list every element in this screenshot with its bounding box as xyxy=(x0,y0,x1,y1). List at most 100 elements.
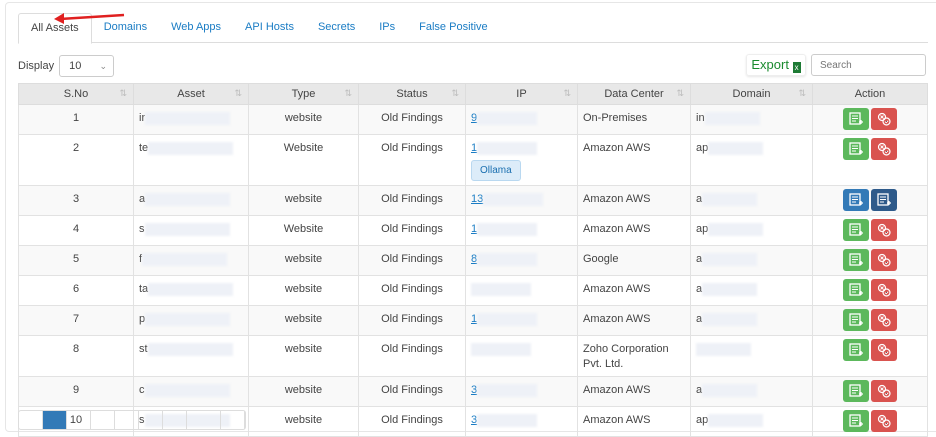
add-finding-button[interactable] xyxy=(843,108,869,130)
tab-web-apps[interactable]: Web Apps xyxy=(159,13,233,43)
cell-asset: f xyxy=(133,245,249,276)
cell-type: website xyxy=(248,406,359,437)
pagination xyxy=(18,410,246,430)
cell-ip: 3 xyxy=(465,406,578,437)
column-header[interactable]: Action xyxy=(812,83,928,105)
column-header-label: S.No xyxy=(63,88,89,100)
cell-domain xyxy=(690,335,813,377)
cell-data-center: Amazon AWS xyxy=(577,215,691,246)
column-header-label: Domain xyxy=(732,88,771,100)
page-3[interactable] xyxy=(91,411,115,429)
table-row: 1 ir website Old Findings 9 On-Premises … xyxy=(18,104,928,135)
page-size-select[interactable]: 10 ⌄ xyxy=(59,55,115,77)
export-button[interactable]: Export x xyxy=(746,54,806,76)
sort-icon[interactable]: ⇅ xyxy=(451,88,459,99)
cell-domain: ap xyxy=(690,134,813,186)
redacted-block xyxy=(477,111,538,125)
redacted-block xyxy=(477,141,538,155)
cell-sno: 8 xyxy=(18,335,134,377)
cell-ip: 1 Ollama xyxy=(465,134,578,186)
column-header[interactable]: Asset ⇅ xyxy=(133,83,249,105)
mark-false-positive-button[interactable] xyxy=(871,108,897,130)
sort-icon[interactable]: ⇅ xyxy=(563,88,571,99)
page-prev[interactable] xyxy=(19,411,43,429)
cell-asset: a xyxy=(133,185,249,216)
cell-status: Old Findings xyxy=(358,215,466,246)
cell-type: website xyxy=(248,275,359,306)
cell-data-center: Zoho Corporation Pvt. Ltd. xyxy=(577,335,691,377)
redacted-block xyxy=(477,383,538,397)
cell-actions xyxy=(812,275,928,306)
mark-false-positive-button[interactable] xyxy=(871,309,897,331)
sort-icon[interactable]: ⇅ xyxy=(676,88,684,99)
column-header[interactable]: S.No ⇅ xyxy=(18,83,134,105)
ip-link[interactable]: 13 xyxy=(471,193,483,205)
add-finding-button[interactable] xyxy=(843,249,869,271)
column-header[interactable]: Domain ⇅ xyxy=(690,83,813,105)
cell-actions xyxy=(812,134,928,186)
sort-icon[interactable]: ⇅ xyxy=(234,88,242,99)
cell-domain: a xyxy=(690,275,813,306)
sort-icon[interactable]: ⇅ xyxy=(119,88,127,99)
cell-actions xyxy=(812,185,928,216)
cell-data-center: Amazon AWS xyxy=(577,376,691,407)
mark-false-positive-button[interactable] xyxy=(871,380,897,402)
cell-domain: ap xyxy=(690,406,813,437)
add-finding-button[interactable] xyxy=(843,309,869,331)
column-header[interactable]: Type ⇅ xyxy=(248,83,359,105)
redacted-block xyxy=(142,252,228,266)
cell-asset: te xyxy=(133,134,249,186)
column-header[interactable]: Status ⇅ xyxy=(358,83,466,105)
redacted-block xyxy=(704,111,760,125)
cell-sno: 1 xyxy=(18,104,134,135)
tab-ips[interactable]: IPs xyxy=(367,13,407,43)
tab-false-positive[interactable]: False Positive xyxy=(407,13,499,43)
tab-api-hosts[interactable]: API Hosts xyxy=(233,13,306,43)
cell-domain: a xyxy=(690,305,813,336)
search-input[interactable] xyxy=(811,54,926,76)
add-finding-button[interactable] xyxy=(843,219,869,241)
domain-text: ap xyxy=(696,223,709,235)
add-finding-button[interactable] xyxy=(843,339,869,361)
chevron-down-icon: ⌄ xyxy=(99,61,108,71)
mark-false-positive-button[interactable] xyxy=(871,219,897,241)
redacted-block xyxy=(708,413,764,427)
sort-icon[interactable]: ⇅ xyxy=(798,88,806,99)
add-finding-button[interactable] xyxy=(843,279,869,301)
scan-details-button[interactable] xyxy=(871,189,897,211)
domain-text: ap xyxy=(696,414,709,426)
assets-table: S.No ⇅ Asset ⇅ Type ⇅ Status ⇅ IP ⇅ Data Center ⇅ Do… xyxy=(18,83,928,437)
tab-secrets[interactable]: Secrets xyxy=(306,13,367,43)
mark-false-positive-button[interactable] xyxy=(871,279,897,301)
sort-icon[interactable]: ⇅ xyxy=(344,88,352,99)
redacted-block xyxy=(145,192,231,206)
page-2[interactable] xyxy=(67,411,91,429)
page-1[interactable] xyxy=(43,411,67,429)
cell-status: Old Findings xyxy=(358,275,466,306)
page-ellipsis xyxy=(163,411,187,429)
cell-asset: p xyxy=(133,305,249,336)
add-finding-button[interactable] xyxy=(843,380,869,402)
page-5[interactable] xyxy=(139,411,163,429)
add-finding-button[interactable] xyxy=(843,410,869,432)
column-header[interactable]: Data Center ⇅ xyxy=(577,83,691,105)
export-label: Export xyxy=(751,57,789,72)
redacted-block xyxy=(145,312,231,326)
view-report-button[interactable] xyxy=(843,189,869,211)
redacted-block xyxy=(702,312,758,326)
column-header-label: Action xyxy=(854,88,886,100)
asset-text: ta xyxy=(139,283,149,295)
mark-false-positive-button[interactable] xyxy=(871,249,897,271)
cell-sno: 4 xyxy=(18,215,134,246)
column-header[interactable]: IP ⇅ xyxy=(465,83,578,105)
cell-domain: ap xyxy=(690,215,813,246)
page-next[interactable] xyxy=(221,411,245,429)
mark-false-positive-button[interactable] xyxy=(871,138,897,160)
cell-status: Old Findings xyxy=(358,104,466,135)
mark-false-positive-button[interactable] xyxy=(871,339,897,361)
page-last[interactable] xyxy=(187,411,221,429)
add-finding-button[interactable] xyxy=(843,138,869,160)
mark-false-positive-button[interactable] xyxy=(871,410,897,432)
page-4[interactable] xyxy=(115,411,139,429)
cell-sno: 7 xyxy=(18,305,134,336)
